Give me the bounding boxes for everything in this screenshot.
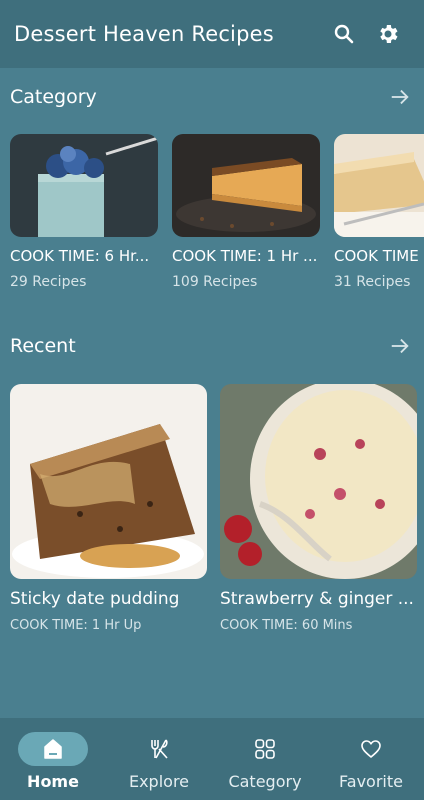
category-name: COOK TIME: 1 Hr ...: [172, 247, 318, 265]
category-see-all-button[interactable]: [386, 83, 414, 111]
gear-icon: [380, 25, 398, 43]
recent-card[interactable]: Strawberry & ginger ... COOK TIME: 60 Mi…: [220, 384, 417, 633]
search-icon: [334, 24, 354, 44]
category-card[interactable]: COOK TIME 31 Recipes: [334, 134, 424, 290]
nav-label: Home: [27, 772, 79, 791]
utensils-icon: [151, 739, 168, 759]
nav-item-favorite[interactable]: Favorite: [318, 718, 424, 800]
recipe-cook-time: COOK TIME: 1 Hr Up: [10, 618, 142, 633]
nav-label: Favorite: [339, 772, 403, 791]
nav-pill: [336, 732, 406, 766]
category-image: [172, 134, 320, 237]
recipe-name: Sticky date pudding: [10, 589, 180, 609]
nav-label: Category: [228, 772, 302, 791]
arrow-right-icon: [391, 89, 409, 105]
category-count: 109 Recipes: [172, 274, 258, 290]
nav-item-explore[interactable]: Explore: [106, 718, 212, 800]
app-bar: Dessert Heaven Recipes: [0, 0, 424, 68]
settings-button[interactable]: [366, 12, 410, 56]
nav-label: Explore: [128, 772, 190, 791]
recipe-image: [10, 384, 207, 579]
search-button[interactable]: [322, 12, 366, 56]
category-count: 31 Recipes: [334, 274, 411, 290]
heart-icon: [361, 740, 381, 758]
recipe-image: [220, 384, 417, 579]
arrow-right-icon: [391, 338, 409, 354]
recipe-name: Strawberry & ginger ...: [220, 589, 414, 609]
recent-card[interactable]: Sticky date pudding COOK TIME: 1 Hr Up: [10, 384, 207, 633]
recipe-cook-time: COOK TIME: 60 Mins: [220, 618, 353, 633]
category-list: COOK TIME: 6 Hr... 29 Recipes COOK TIME:…: [10, 134, 424, 304]
recent-title: Recent: [10, 335, 76, 357]
nav-pill: [230, 732, 300, 766]
nav-item-category[interactable]: Category: [212, 718, 318, 800]
category-card[interactable]: COOK TIME: 1 Hr ... 109 Recipes: [172, 134, 320, 290]
category-name: COOK TIME: [334, 247, 419, 265]
category-card[interactable]: COOK TIME: 6 Hr... 29 Recipes: [10, 134, 158, 290]
nav-pill: [18, 732, 88, 766]
category-name: COOK TIME: 6 Hr...: [10, 247, 150, 265]
category-header: Category: [10, 82, 414, 112]
category-image: [10, 134, 158, 237]
recent-see-all-button[interactable]: [386, 332, 414, 360]
nav-item-home[interactable]: Home: [0, 718, 106, 800]
category-count: 29 Recipes: [10, 274, 87, 290]
category-image: [334, 134, 424, 237]
recent-header: Recent: [10, 331, 414, 361]
home-icon: [44, 739, 62, 759]
nav-pill: [124, 732, 194, 766]
category-title: Category: [10, 86, 97, 108]
bottom-navigation: Home Explore Category Favorite: [0, 718, 424, 800]
app-title: Dessert Heaven Recipes: [14, 22, 274, 46]
grid-icon: [255, 739, 275, 759]
